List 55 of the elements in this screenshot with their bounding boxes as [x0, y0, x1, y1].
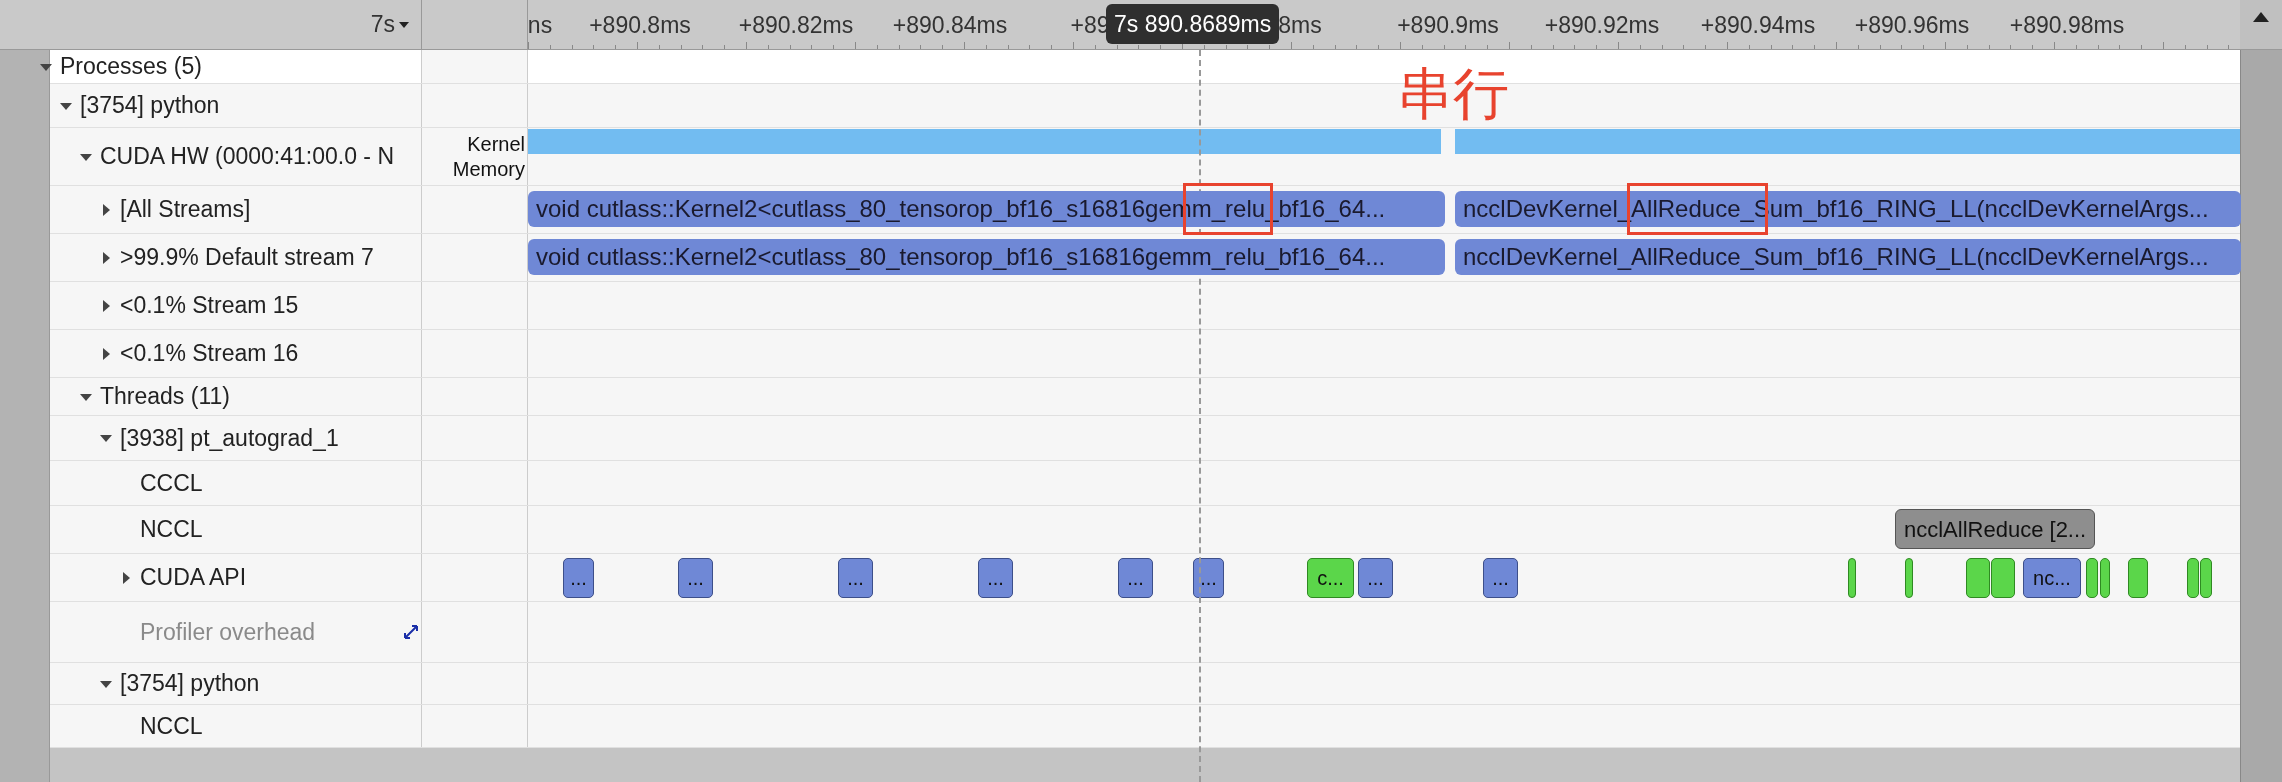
scroll-up-icon[interactable] — [2253, 12, 2269, 22]
api-call-event[interactable]: nc... — [2023, 558, 2081, 598]
api-call-event[interactable]: ... — [978, 558, 1013, 598]
kernel-bar[interactable]: void cutlass::Kernel2<cutlass_80_tensorop_bf16_s16816gemm_relu_bf16_64... — [528, 239, 1445, 275]
sync-event[interactable] — [2200, 558, 2212, 598]
tree-row-label[interactable]: [All Streams] — [120, 192, 251, 227]
vertical-scrollbar[interactable] — [2240, 50, 2282, 782]
api-call-event[interactable]: ... — [1193, 558, 1224, 598]
sync-event[interactable] — [1966, 558, 1990, 598]
tree-row-label[interactable]: CUDA API — [140, 560, 247, 595]
sync-event[interactable] — [1991, 558, 2015, 598]
track-label: Memory — [452, 156, 525, 182]
event-popup: ncclAllReduce [2... — [1895, 509, 2096, 549]
api-call-event[interactable]: ... — [678, 558, 713, 598]
api-call-event[interactable]: ... — [838, 558, 873, 598]
cursor-time-tooltip: 7s 890.8689ms — [1106, 4, 1280, 44]
sync-event[interactable] — [2128, 558, 2148, 598]
zoom-dropdown[interactable]: 7s — [370, 7, 409, 42]
sync-event[interactable] — [2100, 558, 2110, 598]
ruler-tick-label: 8ms — [1278, 11, 1322, 40]
ruler-tick-label: +890.92ms — [1544, 11, 1660, 40]
track-label: Kernel — [467, 131, 525, 157]
caret-icon — [399, 21, 409, 28]
tree-row-label[interactable]: NCCL — [140, 512, 203, 547]
api-call-event[interactable]: ... — [1483, 558, 1518, 598]
tree-row-label[interactable]: CUDA HW (0000:41:00.0 - N — [100, 139, 394, 174]
horizontal-scrollbar[interactable] — [50, 748, 2240, 782]
api-call-event[interactable]: ... — [1358, 558, 1393, 598]
tree-row-label[interactable]: <0.1% Stream 15 — [120, 288, 299, 323]
resize-arrows-icon[interactable] — [403, 624, 419, 640]
ruler-tick-label: +890.82ms — [738, 11, 854, 40]
ruler-tick-label: +890.94ms — [1700, 11, 1816, 40]
annotation-label: 串行 — [1397, 66, 1509, 122]
kernel-bar[interactable]: ncclDevKernel_AllReduce_Sum_bf16_RING_LL(ncclDevKernelArgs... — [1455, 239, 2241, 275]
tree-row-label[interactable]: NCCL — [140, 708, 203, 744]
tree-row-label[interactable]: CCCL — [140, 465, 203, 501]
ruler-tick-label: ns — [528, 11, 553, 40]
ruler-tick-label: +890.98ms — [2009, 11, 2125, 40]
tree-row-label[interactable]: [3754] python — [80, 88, 220, 123]
ruler-tick-label: +890.84ms — [892, 11, 1008, 40]
ruler-tick-label: +890.96ms — [1854, 11, 1970, 40]
sync-event[interactable] — [1848, 558, 1856, 598]
ruler-tick-label: +890.8ms — [589, 11, 691, 40]
tree-row-label[interactable]: Threads (11) — [100, 379, 230, 414]
tree-row-label[interactable]: [3754] python — [120, 666, 260, 701]
tree-row-label[interactable]: >99.9% Default stream 7 — [120, 240, 374, 275]
sync-event[interactable] — [1905, 558, 1913, 598]
sync-event[interactable] — [2086, 558, 2098, 598]
tree-row-label[interactable]: <0.1% Stream 16 — [120, 336, 299, 371]
tree-row-label[interactable]: [3938] pt_autograd_1 — [120, 420, 339, 456]
api-call-event[interactable]: ... — [1118, 558, 1153, 598]
sync-event[interactable] — [2187, 558, 2199, 598]
ruler-tick-label: +890.9ms — [1397, 11, 1499, 40]
sync-event[interactable]: c... — [1307, 558, 1354, 598]
api-call-event[interactable]: ... — [563, 558, 594, 598]
